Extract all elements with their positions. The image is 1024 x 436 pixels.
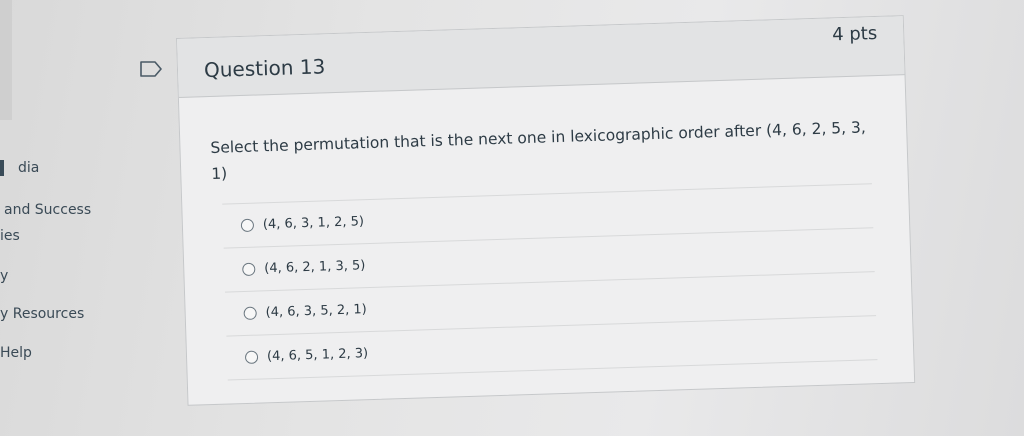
sidebar-item-ies[interactable]: ies — [0, 228, 20, 244]
radio-button-icon[interactable] — [242, 262, 256, 277]
sidebar-item-resources[interactable]: y Resources — [0, 306, 84, 322]
answer-label: (4, 6, 3, 1, 2, 5) — [262, 214, 365, 233]
radio-button-icon[interactable] — [243, 306, 257, 321]
radio-button-icon[interactable] — [240, 218, 255, 233]
sidebar-edge — [0, 0, 12, 120]
sidebar-item-media[interactable]: dia — [0, 160, 39, 176]
answer-label: (4, 6, 5, 1, 2, 3) — [266, 346, 369, 365]
sidebar-item-help[interactable]: Help — [0, 345, 32, 361]
question-card: Question 13 4 pts Select the permutation… — [176, 15, 916, 406]
radio-button-icon[interactable] — [244, 350, 259, 364]
sidebar-item-y[interactable]: y — [0, 268, 8, 284]
answer-label: (4, 6, 3, 5, 2, 1) — [265, 302, 367, 321]
answer-label: (4, 6, 2, 1, 3, 5) — [264, 258, 366, 277]
question-text: Select the permutation that is the next … — [210, 118, 867, 183]
answer-list: (4, 6, 3, 1, 2, 5) (4, 6, 2, 1, 3, 5) (4… — [222, 183, 878, 381]
flag-question-icon[interactable] — [140, 61, 162, 77]
question-header: Question 13 4 pts — [177, 16, 905, 98]
question-points: 4 pts — [831, 22, 878, 46]
sidebar-item-success[interactable]: and Success — [4, 202, 91, 218]
question-title: Question 13 — [203, 54, 326, 83]
course-navigation: dia and Success ies y y Resources Help — [0, 0, 105, 436]
